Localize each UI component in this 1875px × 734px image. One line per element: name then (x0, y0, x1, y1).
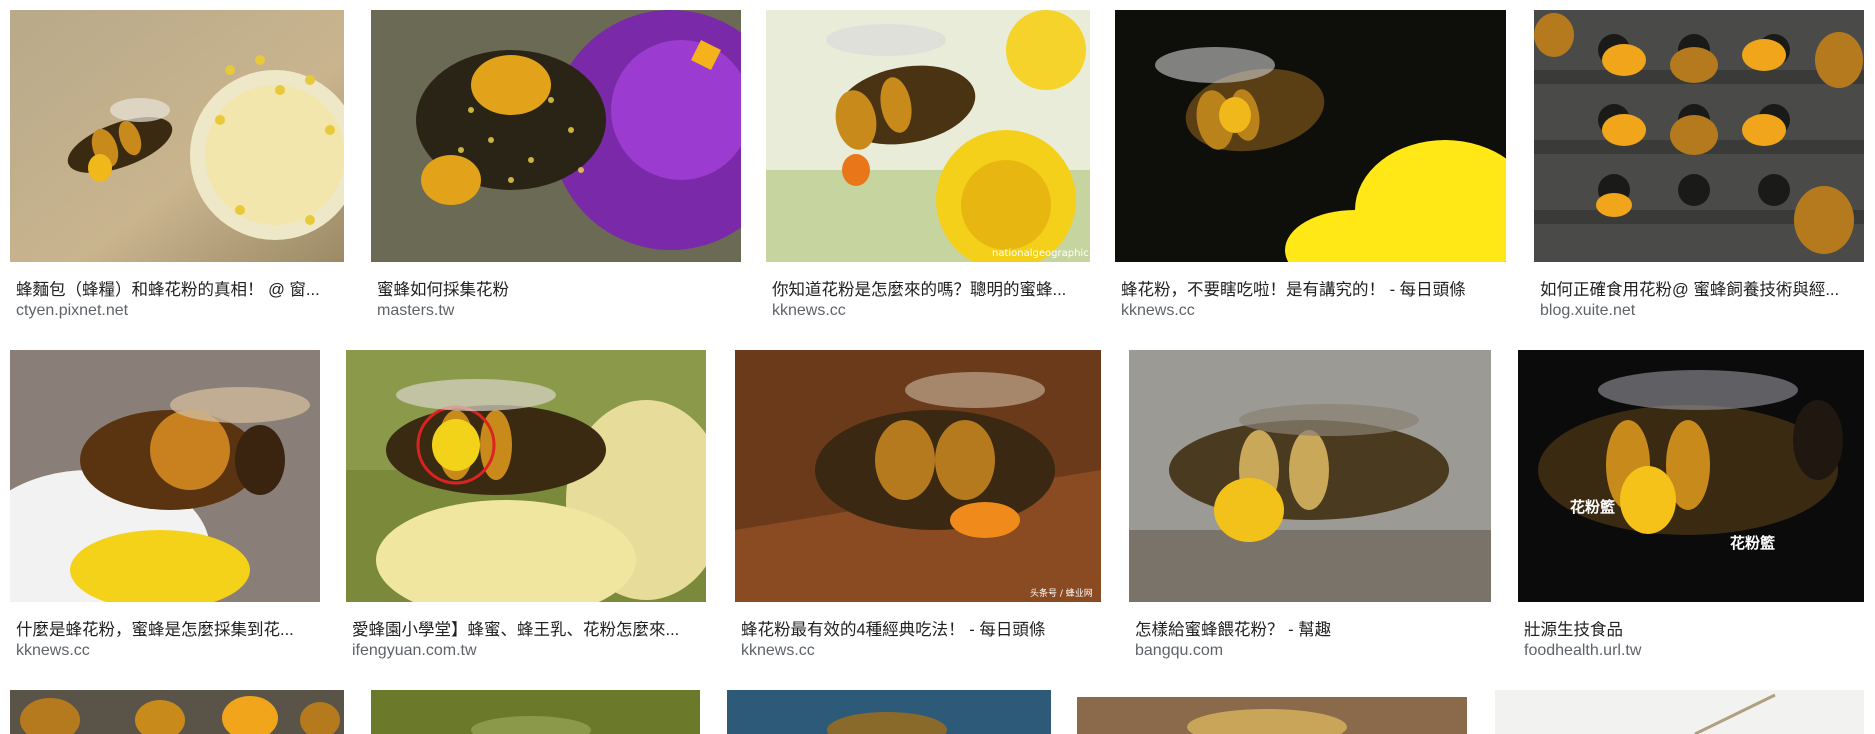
result-source[interactable]: kknews.cc (772, 302, 1086, 320)
result-thumbnail[interactable] (1534, 10, 1864, 262)
result-thumbnail[interactable] (346, 350, 706, 602)
result-thumbnail[interactable] (1077, 697, 1467, 734)
result-card[interactable]: 花粉籃 花粉籃 壯源生技食品 foodhealth.url.tw (1518, 350, 1864, 666)
result-card[interactable]: 蜂麵包（蜂糧）和蜂花粉的真相！ @ 窗... ctyen.pixnet.net (10, 10, 344, 326)
annotation-label: 花粉籃 (1730, 535, 1776, 552)
result-card[interactable] (371, 690, 700, 734)
result-card[interactable] (1495, 690, 1864, 734)
result-title[interactable]: 蜂花粉，不要瞎吃啦！是有講究的！ - 每日頭條 (1121, 276, 1502, 300)
result-title[interactable]: 如何正確食用花粉@ 蜜蜂飼養技術與經... (1540, 276, 1860, 300)
result-title[interactable]: 蜂花粉最有效的4種經典吃法！ - 每日頭條 (741, 616, 1097, 640)
result-thumbnail[interactable] (727, 690, 1051, 734)
result-source[interactable]: masters.tw (377, 302, 737, 320)
result-thumbnail[interactable] (1115, 10, 1506, 262)
result-title[interactable]: 蜂麵包（蜂糧）和蜂花粉的真相！ @ 窗... (16, 276, 340, 300)
image-watermark: 头条号 / 蜂业网 (1030, 589, 1093, 599)
result-title[interactable]: 你知道花粉是怎麼來的嗎？聰明的蜜蜂... (772, 276, 1086, 300)
result-thumbnail[interactable] (10, 10, 344, 262)
result-source[interactable]: foodhealth.url.tw (1524, 642, 1860, 660)
result-title[interactable]: 蜜蜂如何採集花粉 (377, 276, 737, 300)
result-title[interactable]: 壯源生技食品 (1524, 616, 1860, 640)
result-card[interactable] (727, 690, 1051, 734)
annotation-label: 花粉籃 (1570, 499, 1616, 516)
result-thumbnail[interactable] (1495, 690, 1864, 734)
image-watermark: nationalgeographic.com (992, 248, 1114, 259)
result-card[interactable]: 蜂花粉，不要瞎吃啦！是有講究的！ - 每日頭條 kknews.cc (1115, 10, 1506, 326)
result-source[interactable]: ifengyuan.com.tw (352, 642, 702, 660)
result-title[interactable]: 愛蜂園小學堂】蜂蜜、蜂王乳、花粉怎麼來... (352, 616, 702, 640)
result-thumbnail[interactable] (735, 350, 1101, 602)
result-thumbnail[interactable] (1518, 350, 1864, 602)
result-card[interactable]: 愛蜂園小學堂】蜂蜜、蜂王乳、花粉怎麼來... ifengyuan.com.tw (346, 350, 706, 666)
result-card[interactable] (10, 690, 344, 734)
result-source[interactable]: kknews.cc (16, 642, 316, 660)
result-card[interactable]: 蜜蜂如何採集花粉 masters.tw (371, 10, 741, 326)
result-source[interactable]: ctyen.pixnet.net (16, 302, 340, 320)
result-card[interactable]: 怎樣給蜜蜂餵花粉？ - 幫趣 bangqu.com (1129, 350, 1491, 666)
result-source[interactable]: blog.xuite.net (1540, 302, 1860, 320)
result-source[interactable]: kknews.cc (1121, 302, 1502, 320)
result-thumbnail[interactable] (371, 690, 700, 734)
result-source[interactable]: kknews.cc (741, 642, 1097, 660)
image-results-grid: 蜂麵包（蜂糧）和蜂花粉的真相！ @ 窗... ctyen.pixnet.net … (0, 0, 1875, 734)
result-card[interactable]: 头条号 / 蜂业网 蜂花粉最有效的4種經典吃法！ - 每日頭條 kknews.c… (735, 350, 1101, 666)
result-thumbnail[interactable] (10, 690, 344, 734)
result-title[interactable]: 什麼是蜂花粉，蜜蜂是怎麼採集到花... (16, 616, 316, 640)
result-card[interactable]: 什麼是蜂花粉，蜜蜂是怎麼採集到花... kknews.cc (10, 350, 320, 666)
result-card[interactable]: 如何正確食用花粉@ 蜜蜂飼養技術與經... blog.xuite.net (1534, 10, 1864, 326)
result-card[interactable] (1077, 697, 1467, 734)
result-thumbnail[interactable] (1129, 350, 1491, 602)
result-source[interactable]: bangqu.com (1135, 642, 1487, 660)
result-title[interactable]: 怎樣給蜜蜂餵花粉？ - 幫趣 (1135, 616, 1487, 640)
result-thumbnail[interactable] (371, 10, 741, 262)
result-card[interactable]: nationalgeographic.com 你知道花粉是怎麼來的嗎？聰明的蜜蜂… (766, 10, 1113, 326)
result-thumbnail[interactable] (10, 350, 320, 602)
result-thumbnail[interactable] (766, 10, 1090, 262)
